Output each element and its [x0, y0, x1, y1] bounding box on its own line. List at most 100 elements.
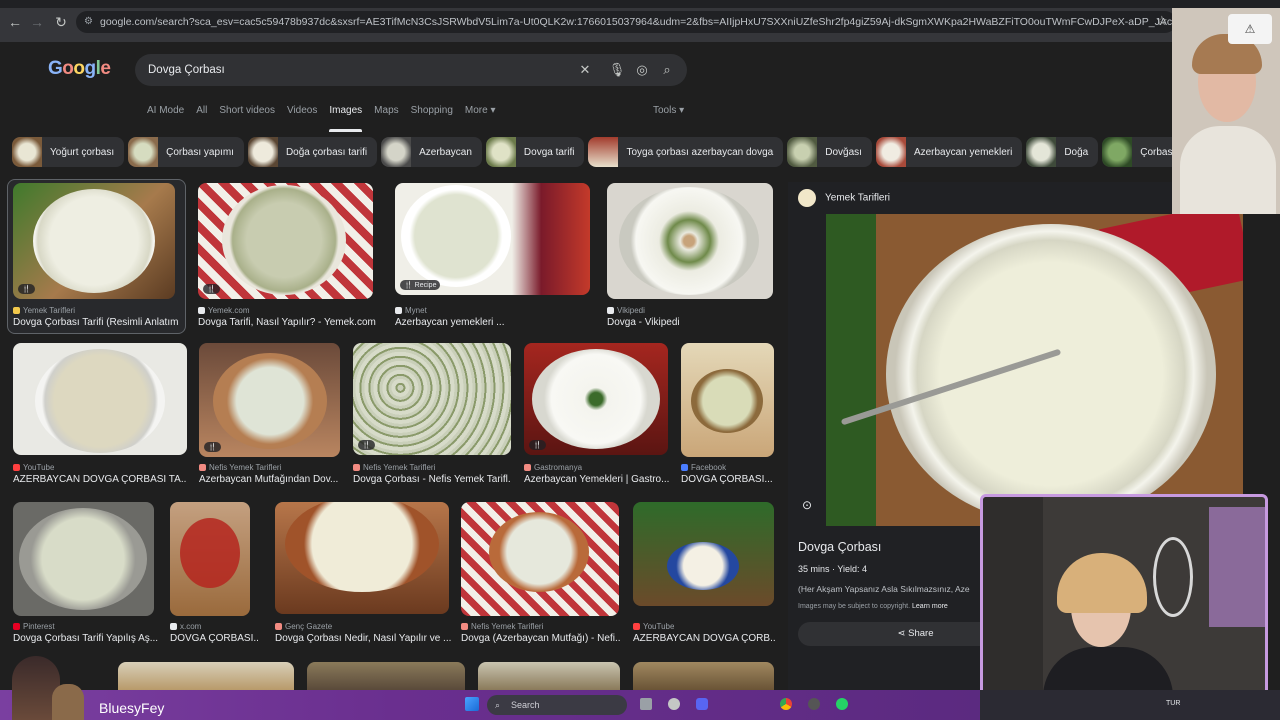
result-thumbnail[interactable]: 🍴: [524, 343, 668, 455]
image-result[interactable]: Facebook DOVGA ÇORBASI...: [681, 343, 775, 488]
site-info-icon[interactable]: ⚙: [84, 11, 93, 33]
panel-source[interactable]: Yemek Tarifleri: [825, 193, 890, 204]
search-icon[interactable]: ⌕: [658, 61, 676, 79]
tab-maps[interactable]: Maps: [374, 104, 398, 124]
chip[interactable]: Azerbaycan yemekleri: [875, 137, 1023, 167]
result-title[interactable]: Azerbaycan Mutfağından Dov...: [199, 474, 341, 485]
obs-icon[interactable]: [808, 698, 820, 710]
result-title[interactable]: Dovga Çorbası - Nefis Yemek Tarifl...: [353, 474, 511, 485]
learn-more-link[interactable]: Learn more: [912, 603, 948, 610]
chip[interactable]: Doğa çorbası tarifi: [247, 137, 378, 167]
preview-image[interactable]: [826, 214, 1243, 526]
result-title[interactable]: Dovga - Vikipedi: [607, 317, 775, 328]
result-title[interactable]: Azerbaycan yemekleri ...: [395, 317, 590, 328]
image-result[interactable]: YouTube AZERBAYCAN DOVGA ÇORBASI TA...: [13, 343, 187, 488]
chrome-icon[interactable]: [780, 698, 792, 710]
whatsapp-icon[interactable]: [836, 698, 848, 710]
tab-all[interactable]: All: [196, 104, 207, 124]
image-result[interactable]: YouTube AZERBAYCAN DOVGA ÇORB...: [633, 502, 775, 647]
recipe-description: (Her Akşam Yapsanız Asla Sıkılmazsınız, …: [798, 584, 970, 594]
result-thumbnail[interactable]: [633, 502, 774, 606]
chip[interactable]: Toyga çorbası azerbaycan dovga: [588, 137, 784, 167]
result-thumbnail[interactable]: [275, 502, 449, 614]
search-box[interactable]: Dovga Çorbası ✕ 🎙 ◎ ⌕: [135, 54, 687, 86]
result-title[interactable]: Azerbaycan Yemekleri | Gastro...: [524, 474, 669, 485]
image-result[interactable]: 🍴 Gastromanya Azerbaycan Yemekleri | Gas…: [524, 343, 669, 488]
result-thumbnail[interactable]: 🍴: [198, 183, 373, 299]
result-thumbnail[interactable]: [461, 502, 619, 616]
tab-shopping[interactable]: Shopping: [411, 104, 453, 124]
task-view-icon[interactable]: [640, 698, 652, 710]
result-thumbnail[interactable]: 🍴: [199, 343, 340, 457]
image-result[interactable]: x.com DOVGA ÇORBASI...: [170, 502, 258, 647]
result-source: x.com: [180, 622, 202, 631]
result-title[interactable]: AZERBAYCAN DOVGA ÇORB...: [633, 633, 775, 644]
result-title[interactable]: Dovga Çorbası Tarifi Yapılış Aş...: [13, 633, 165, 644]
result-thumbnail[interactable]: [681, 343, 774, 457]
search-input[interactable]: Dovga Çorbası: [148, 54, 225, 86]
tab-videos[interactable]: Videos: [287, 104, 317, 124]
result-thumbnail[interactable]: 🍴 Recipe: [395, 183, 590, 295]
result-source: Vikipedi: [617, 306, 645, 315]
chip[interactable]: Dovğası: [787, 137, 872, 167]
result-thumbnail[interactable]: [633, 662, 774, 690]
result-source: Yemek Tarifleri: [23, 306, 76, 315]
chip[interactable]: Azerbaycan: [381, 137, 482, 167]
image-result[interactable]: Genç Gazete Dovga Çorbası Nedir, Nasıl Y…: [275, 502, 451, 647]
result-title[interactable]: Dovga Tarifi, Nasıl Yapılır? - Yemek.com: [198, 317, 376, 328]
image-result[interactable]: 🍴 Yemek.com Dovga Tarifi, Nasıl Yapılır?…: [198, 183, 376, 328]
panel-title[interactable]: Dovga Çorbası: [798, 540, 881, 554]
result-title[interactable]: DOVGA ÇORBASI...: [681, 474, 775, 485]
chip[interactable]: Çorbası yapılı: [1102, 137, 1172, 167]
result-title[interactable]: Dovga Çorbası Nedir, Nasıl Yapılır ve ..…: [275, 633, 451, 644]
recipe-badge: 🍴 Recipe: [400, 280, 441, 290]
result-thumbnail[interactable]: 🍴: [13, 183, 175, 299]
result-thumbnail[interactable]: [607, 183, 773, 299]
chip[interactable]: Dovga tarifi: [485, 137, 585, 167]
tab-short-videos[interactable]: Short videos: [219, 104, 275, 124]
image-result[interactable]: 🍴 Nefis Yemek Tarifleri Dovga Çorbası - …: [353, 343, 511, 488]
tab-ai-mode[interactable]: AI Mode: [147, 104, 184, 124]
steam-icon[interactable]: [668, 698, 680, 710]
bookmark-star-icon[interactable]: ☆: [1156, 13, 1168, 29]
microphone-icon[interactable]: 🎙: [608, 61, 626, 79]
chip[interactable]: Yoğurt çorbası: [12, 137, 125, 167]
image-result[interactable]: Nefis Yemek Tarifleri Dovga (Azerbaycan …: [461, 502, 621, 647]
windows-start-icon[interactable]: [465, 697, 479, 711]
address-bar[interactable]: ⚙ google.com/search?sca_esv=cac5c59478b9…: [76, 11, 1176, 33]
clear-icon[interactable]: ✕: [576, 61, 594, 79]
lens-icon[interactable]: ◎: [633, 61, 651, 79]
visual-search-icon[interactable]: ⊙: [802, 498, 818, 514]
result-source: Genç Gazete: [285, 622, 333, 631]
chip[interactable]: Doğa: [1026, 137, 1099, 167]
result-source: Nefis Yemek Tarifleri: [363, 463, 436, 472]
image-result[interactable]: 🍴 Nefis Yemek Tarifleri Azerbaycan Mutfa…: [199, 343, 341, 488]
tools-button[interactable]: Tools ▾: [653, 105, 684, 116]
result-thumbnail[interactable]: [13, 502, 154, 616]
tab-more[interactable]: More ▾: [465, 104, 496, 124]
result-thumbnail[interactable]: [170, 502, 250, 616]
image-result[interactable]: 🍴 Recipe Mynet Azerbaycan yemekleri ...: [395, 183, 590, 328]
recipe-icon: 🍴: [18, 284, 35, 294]
language-indicator[interactable]: TUR: [1166, 700, 1180, 707]
google-logo[interactable]: Google: [48, 58, 111, 80]
result-thumbnail[interactable]: 🍴: [353, 343, 511, 455]
image-result[interactable]: 🍴 Yemek Tarifleri Dovga Çorbası Tarifi (…: [13, 183, 179, 328]
back-icon[interactable]: ←: [6, 13, 24, 31]
result-thumbnail[interactable]: [13, 343, 187, 455]
reload-icon[interactable]: ↻: [52, 13, 70, 31]
result-thumbnail[interactable]: [118, 662, 294, 690]
result-title[interactable]: AZERBAYCAN DOVGA ÇORBASI TA...: [13, 474, 187, 485]
image-result[interactable]: Vikipedi Dovga - Vikipedi: [607, 183, 775, 328]
image-result[interactable]: Pinterest Dovga Çorbası Tarifi Yapılış A…: [13, 502, 165, 647]
forward-icon[interactable]: →: [28, 13, 46, 31]
taskbar-search[interactable]: ⌕ Search: [487, 695, 627, 715]
discord-icon[interactable]: [696, 698, 708, 710]
result-thumbnail[interactable]: [307, 662, 465, 690]
tab-images[interactable]: Images: [329, 104, 362, 132]
result-title[interactable]: Dovga (Azerbaycan Mutfağı) - Nefi...: [461, 633, 621, 644]
result-thumbnail[interactable]: [478, 662, 620, 690]
chip[interactable]: Çorbası yapımı: [128, 137, 244, 167]
result-title[interactable]: DOVGA ÇORBASI...: [170, 633, 258, 644]
result-title[interactable]: Dovga Çorbası Tarifi (Resimli Anlatım...: [13, 317, 179, 328]
